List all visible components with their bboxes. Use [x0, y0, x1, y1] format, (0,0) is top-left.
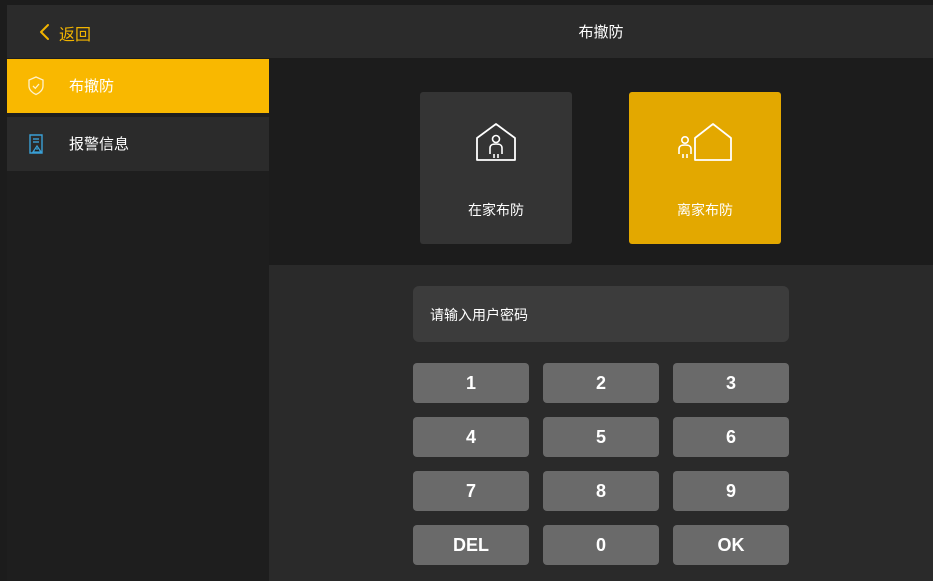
key-6[interactable]: 6	[673, 417, 789, 457]
password-input[interactable]: 请输入用户密码	[413, 286, 789, 342]
alarm-document-icon	[29, 134, 43, 154]
key-2[interactable]: 2	[543, 363, 659, 403]
person-in-house-icon	[476, 123, 516, 161]
person-leaving-house-icon	[678, 123, 732, 161]
key-5[interactable]: 5	[543, 417, 659, 457]
main-panel: 布撤防 在家布防 离家布防 请输入用户密码 1 2 3 4 5 6 7 8 9 …	[269, 5, 933, 581]
key-9[interactable]: 9	[673, 471, 789, 511]
key-4[interactable]: 4	[413, 417, 529, 457]
keypad-area: 请输入用户密码 1 2 3 4 5 6 7 8 9 DEL 0 OK	[269, 265, 933, 581]
key-3[interactable]: 3	[673, 363, 789, 403]
key-8[interactable]: 8	[543, 471, 659, 511]
key-0[interactable]: 0	[543, 525, 659, 565]
sidebar-item-label: 布撤防	[69, 77, 115, 95]
key-7[interactable]: 7	[413, 471, 529, 511]
delete-key[interactable]: DEL	[413, 525, 529, 565]
home-arm-button[interactable]: 在家布防	[420, 92, 572, 244]
mode-label: 离家布防	[677, 203, 733, 219]
mode-label: 在家布防	[468, 203, 524, 219]
screen: 返回 布撤防 报警信息 布撤防 在家布防 离家布防 请输入用户密码 1 2 3 …	[0, 0, 933, 581]
sidebar-item-label: 报警信息	[69, 135, 130, 153]
password-placeholder: 请输入用户密码	[430, 308, 528, 324]
sidebar-item-alarm-info[interactable]: 报警信息	[7, 117, 269, 171]
back-label: 返回	[59, 25, 92, 44]
ok-key[interactable]: OK	[673, 525, 789, 565]
key-1[interactable]: 1	[413, 363, 529, 403]
chevron-left-icon	[40, 24, 49, 40]
top-bar: 布撤防	[269, 5, 933, 58]
away-arm-button[interactable]: 离家布防	[629, 92, 781, 244]
page-title: 布撤防	[578, 23, 624, 41]
sidebar-item-arm-disarm[interactable]: 布撤防	[7, 59, 269, 113]
shield-check-icon	[28, 76, 44, 96]
mode-selector: 在家布防 离家布防	[269, 58, 933, 265]
back-button[interactable]: 返回	[7, 5, 269, 58]
sidebar: 返回 布撤防 报警信息	[7, 5, 269, 581]
